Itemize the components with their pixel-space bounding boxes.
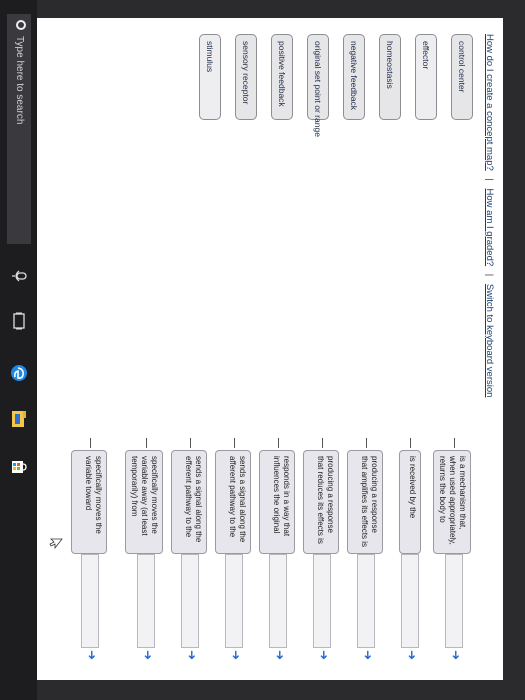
answer-dropzone[interactable] — [225, 554, 243, 648]
relation-row: is a mechanism that, when used appropria… — [429, 438, 473, 668]
arrow-right-icon: ➜ — [185, 649, 199, 661]
file-explorer-icon[interactable] — [8, 408, 30, 430]
connector-line — [90, 438, 91, 448]
arrow-right-icon: ➜ — [273, 649, 287, 661]
relation-label: producing a response that reduces its ef… — [303, 450, 339, 554]
answer-dropzone[interactable] — [137, 554, 155, 648]
term-chip[interactable]: effector — [415, 34, 437, 120]
arrow-right-icon: ➜ — [317, 649, 331, 661]
mic-icon[interactable] — [8, 265, 30, 287]
relation-label: specifically moves the variable toward — [71, 450, 107, 554]
answer-dropzone[interactable] — [401, 554, 419, 648]
answer-dropzone[interactable] — [269, 554, 287, 648]
relation-label: producing a response that amplifies its … — [347, 450, 383, 554]
edge-browser-icon[interactable] — [8, 362, 30, 384]
connector-line — [366, 438, 367, 448]
relation-label: responds in a way that influences the or… — [259, 450, 295, 554]
arrow-right-icon: ➜ — [85, 649, 99, 661]
relation-label: is received by the — [399, 450, 421, 554]
connector-line — [410, 438, 411, 448]
relation-row: sends a signal along the afferent pathwa… — [209, 438, 253, 668]
taskbar-search-box[interactable]: Type here to search — [7, 14, 31, 244]
relation-row: specifically moves the variable toward ➜ — [65, 438, 109, 668]
store-icon[interactable] — [8, 456, 30, 478]
answer-dropzone[interactable] — [313, 554, 331, 648]
search-circle-icon — [16, 20, 26, 30]
switch-keyboard-link[interactable]: Switch to keyboard version — [484, 284, 495, 398]
relation-row: producing a response that amplifies its … — [341, 438, 385, 668]
connector-line — [322, 438, 323, 448]
term-chip[interactable]: sensory receptor — [235, 34, 257, 120]
term-chip[interactable]: original set point or range — [307, 34, 329, 137]
search-placeholder: Type here to search — [14, 36, 25, 125]
rotated-screen: How do I create a concept map? | How am … — [0, 0, 525, 700]
answer-dropzone[interactable] — [445, 554, 463, 648]
term-chip[interactable]: stimulus — [199, 34, 221, 120]
term-chip[interactable]: positive feedback — [271, 34, 293, 120]
connector-line — [278, 438, 279, 448]
relation-row: is received by the ➜ — [385, 438, 429, 668]
taskbar: Type here to search — [0, 0, 37, 700]
link-separator: | — [484, 178, 495, 181]
relation-row: sends a signal along the efferent pathwa… — [165, 438, 209, 668]
arrow-right-icon: ➜ — [361, 649, 375, 661]
relation-label: sends a signal along the afferent pathwa… — [215, 450, 251, 554]
term-chip[interactable]: negative feedback — [343, 34, 365, 120]
mouse-pointer-icon — [49, 538, 63, 550]
connector-line — [234, 438, 235, 448]
answer-dropzone[interactable] — [81, 554, 99, 648]
relation-row: responds in a way that influences the or… — [253, 438, 297, 668]
arrow-right-icon: ➜ — [449, 649, 463, 661]
photo-frame: How do I create a concept map? | How am … — [0, 0, 525, 700]
link-separator: | — [484, 273, 495, 277]
relation-row: producing a response that reduces its ef… — [297, 438, 341, 668]
term-chip[interactable]: control center — [451, 34, 473, 120]
connector-line — [146, 438, 147, 448]
arrow-right-icon: ➜ — [405, 649, 419, 661]
answer-dropzone[interactable] — [181, 554, 199, 648]
relation-label: is a mechanism that, when used appropria… — [433, 450, 471, 554]
arrow-right-icon: ➜ — [141, 649, 155, 661]
connector-line — [454, 438, 455, 448]
relation-label: specifically moves the variable away (at… — [125, 450, 163, 554]
term-chip[interactable]: homeostasis — [379, 34, 401, 120]
task-view-icon[interactable] — [8, 310, 30, 332]
term-bank: control center effector homeostasis nega… — [185, 34, 473, 137]
answer-dropzone[interactable] — [357, 554, 375, 648]
relation-row: specifically moves the variable away (at… — [111, 438, 165, 668]
concept-map-page: How do I create a concept map? | How am … — [37, 18, 503, 680]
how-create-link[interactable]: How do I create a concept map? — [484, 34, 495, 171]
arrow-right-icon: ➜ — [229, 649, 243, 661]
connector-line — [190, 438, 191, 448]
how-graded-link[interactable]: How am I graded? — [484, 189, 495, 267]
relation-label: sends a signal along the efferent pathwa… — [171, 450, 207, 554]
top-links: How do I create a concept map? | How am … — [484, 34, 495, 397]
